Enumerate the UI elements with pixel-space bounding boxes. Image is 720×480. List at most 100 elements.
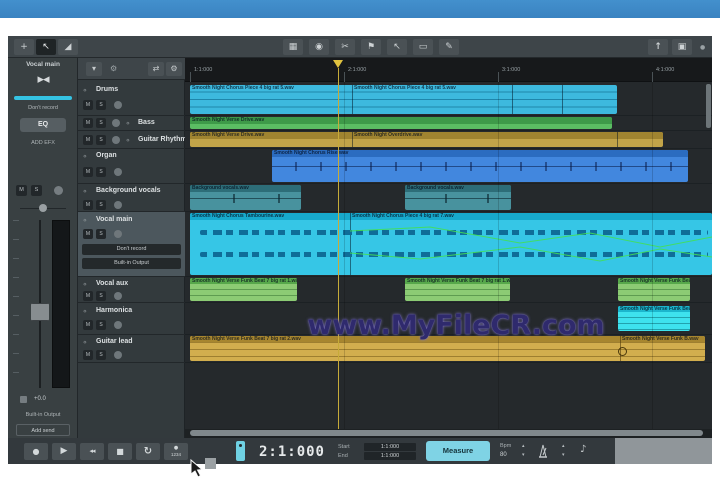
play-button[interactable]: ▶ xyxy=(52,443,76,460)
bpm-value[interactable]: 80 xyxy=(500,452,507,458)
collapse-all-button[interactable]: ▾ xyxy=(86,62,102,76)
mute-button[interactable]: M xyxy=(83,291,93,301)
solo-button[interactable]: S xyxy=(96,291,106,301)
timeline-ruler[interactable]: 1:1:000 2:1:000 3:1:000 4:1:000 xyxy=(185,58,712,82)
pointer-tool-button[interactable]: ↖ xyxy=(36,39,56,55)
measure-button[interactable]: Measure xyxy=(426,441,490,461)
track-row-bass[interactable]: M S ‹› Bass xyxy=(78,116,185,131)
arr-row-organ[interactable]: Smooth Night Chorus Rise.wav xyxy=(185,149,712,184)
solo-button[interactable]: S xyxy=(96,350,106,360)
arrangement-area[interactable]: 1:1:000 2:1:000 3:1:000 4:1:000 Smooth N… xyxy=(185,58,712,438)
select-tool-button[interactable]: ↖ xyxy=(387,39,407,55)
solo-button[interactable]: S xyxy=(96,320,106,330)
record-source-button[interactable]: Don't record xyxy=(82,244,181,255)
more-icon[interactable]: ● xyxy=(700,44,705,51)
arm-button[interactable] xyxy=(114,168,122,176)
arr-row-bass[interactable]: Smooth Night Verse Drive.wav xyxy=(185,116,712,131)
marker-tool-button[interactable]: ⚑ xyxy=(361,39,381,55)
start-value[interactable]: 1:1:000 xyxy=(364,443,416,451)
arm-button[interactable] xyxy=(114,321,122,329)
expand-icon[interactable]: ‹› xyxy=(83,153,87,160)
time-display[interactable]: 2:1:000 xyxy=(252,442,332,462)
track-row-vocal-aux[interactable]: ‹› Vocal aux M S xyxy=(78,277,185,303)
add-efx-button[interactable]: ADD EFX xyxy=(8,140,78,146)
mute-button[interactable]: M xyxy=(83,350,93,360)
track-row-guitar-rhythm[interactable]: M S ‹› Guitar Rhythm xyxy=(78,131,187,149)
automation-node[interactable] xyxy=(618,347,627,356)
stop-button[interactable]: ■ xyxy=(108,443,132,460)
arm-button[interactable] xyxy=(114,201,122,209)
region-tool-button[interactable]: ▭ xyxy=(413,39,433,55)
mute-button[interactable]: M xyxy=(83,320,93,330)
clip-vocal-main[interactable]: Smooth Night Chorus Tambourine.wav Smoot… xyxy=(190,213,712,275)
mute-button[interactable]: M xyxy=(83,229,93,239)
metronome-icon[interactable] xyxy=(536,443,550,459)
clip-harmonica[interactable]: Smooth Night Verse Funk Beat 4.wav xyxy=(618,306,690,331)
tempo-tap-indicator[interactable] xyxy=(236,441,245,461)
mute-button[interactable]: M xyxy=(83,135,93,145)
expand-icon[interactable]: ‹› xyxy=(83,217,87,224)
strip-arm-button[interactable] xyxy=(54,186,63,195)
split-tool-button[interactable]: ✂ xyxy=(335,39,355,55)
add-send-button[interactable]: Add send xyxy=(16,424,70,436)
expand-icon[interactable]: ‹› xyxy=(83,339,87,346)
mute-button[interactable]: M xyxy=(83,118,93,128)
grid-tool-button[interactable]: ▦ xyxy=(283,39,303,55)
track-settings-button[interactable]: ⚙ xyxy=(166,62,182,76)
expand-icon[interactable]: ‹› xyxy=(126,120,130,127)
bpm-down-icon[interactable]: ▾ xyxy=(522,453,525,458)
clip-background-vocals[interactable]: Background vocals.wav xyxy=(405,185,511,210)
clip-drums[interactable]: Smooth Night Chorus Piece 4 big rat 5.wa… xyxy=(190,85,617,114)
note-value-icon[interactable]: ♪ xyxy=(580,444,586,455)
info-tool-button[interactable]: ◉ xyxy=(309,39,329,55)
rewind-button[interactable]: ◂◂ xyxy=(80,443,104,460)
draw-tool-button[interactable]: ✎ xyxy=(439,39,459,55)
solo-button[interactable]: S xyxy=(96,229,106,239)
volume-envelope[interactable] xyxy=(190,213,712,275)
arm-button[interactable] xyxy=(112,136,120,144)
h-scroll-thumb[interactable] xyxy=(190,430,703,436)
v-scroll-thumb[interactable] xyxy=(706,84,711,128)
arr-row-guitar-rhythm[interactable]: Smooth Night Verse Drive.wav Smooth Nigh… xyxy=(185,131,712,149)
bpm-up-icon[interactable]: ▴ xyxy=(522,444,525,449)
volume-bar[interactable] xyxy=(14,96,72,100)
clip-vocal-aux[interactable]: Smooth Night Verse Funk Beat 7.wav xyxy=(618,278,690,301)
strip-mute-button[interactable]: M xyxy=(16,185,27,196)
upload-icon[interactable]: ↑ xyxy=(648,39,668,55)
track-row-background-vocals[interactable]: ‹› Background vocals M S xyxy=(78,184,185,212)
arr-row-drums[interactable]: Smooth Night Chorus Piece 4 big rat 5.wa… xyxy=(185,84,712,116)
strip-solo-button[interactable]: S xyxy=(31,185,42,196)
fade-tool-button[interactable]: ◢ xyxy=(58,39,78,55)
expand-icon[interactable]: ‹› xyxy=(83,308,87,315)
output-button[interactable]: Built-in Output xyxy=(82,258,181,269)
track-row-organ[interactable]: ‹› Organ M S xyxy=(78,149,185,184)
timesig-down-icon[interactable]: ▾ xyxy=(562,453,565,458)
arm-button[interactable] xyxy=(114,292,122,300)
solo-button[interactable]: S xyxy=(96,100,106,110)
mute-button[interactable]: M xyxy=(83,200,93,210)
count-in-button[interactable]: ● 1234 xyxy=(164,443,188,460)
track-row-harmonica[interactable]: ‹› Harmonica M S xyxy=(78,303,185,335)
stretch-icon[interactable]: ▸◂ xyxy=(8,72,78,87)
library-icon[interactable]: ▣ xyxy=(672,39,692,55)
clip-organ[interactable]: Smooth Night Chorus Rise.wav xyxy=(272,150,688,182)
record-button[interactable]: ● xyxy=(24,443,48,460)
expand-icon[interactable]: ‹› xyxy=(83,281,87,288)
track-row-guitar-lead[interactable]: ‹› Guitar lead M S xyxy=(78,335,185,363)
arm-button[interactable] xyxy=(114,351,122,359)
eq-button[interactable]: EQ xyxy=(20,118,66,132)
record-mode-label[interactable]: Don't record xyxy=(8,105,78,111)
add-track-button[interactable]: + xyxy=(14,39,34,55)
playhead-marker[interactable] xyxy=(333,60,343,68)
pan-knob[interactable] xyxy=(39,204,47,212)
track-row-vocal-main[interactable]: ‹› Vocal main M S Don't record Built-in … xyxy=(78,212,185,277)
clip-bass[interactable]: Smooth Night Verse Drive.wav xyxy=(190,117,612,129)
arm-button[interactable] xyxy=(112,119,120,127)
scroll-mode-button[interactable]: ⇄ xyxy=(148,62,164,76)
arm-button[interactable] xyxy=(114,230,122,238)
clip-vocal-aux[interactable]: Smooth Night Verse Funk Beat 7 big rat 1… xyxy=(190,278,297,301)
clip-guitar-rhythm[interactable]: Smooth Night Verse Drive.wav Smooth Nigh… xyxy=(190,132,663,147)
solo-button[interactable]: S xyxy=(96,167,106,177)
arm-button[interactable] xyxy=(114,101,122,109)
solo-button[interactable]: S xyxy=(96,118,106,128)
